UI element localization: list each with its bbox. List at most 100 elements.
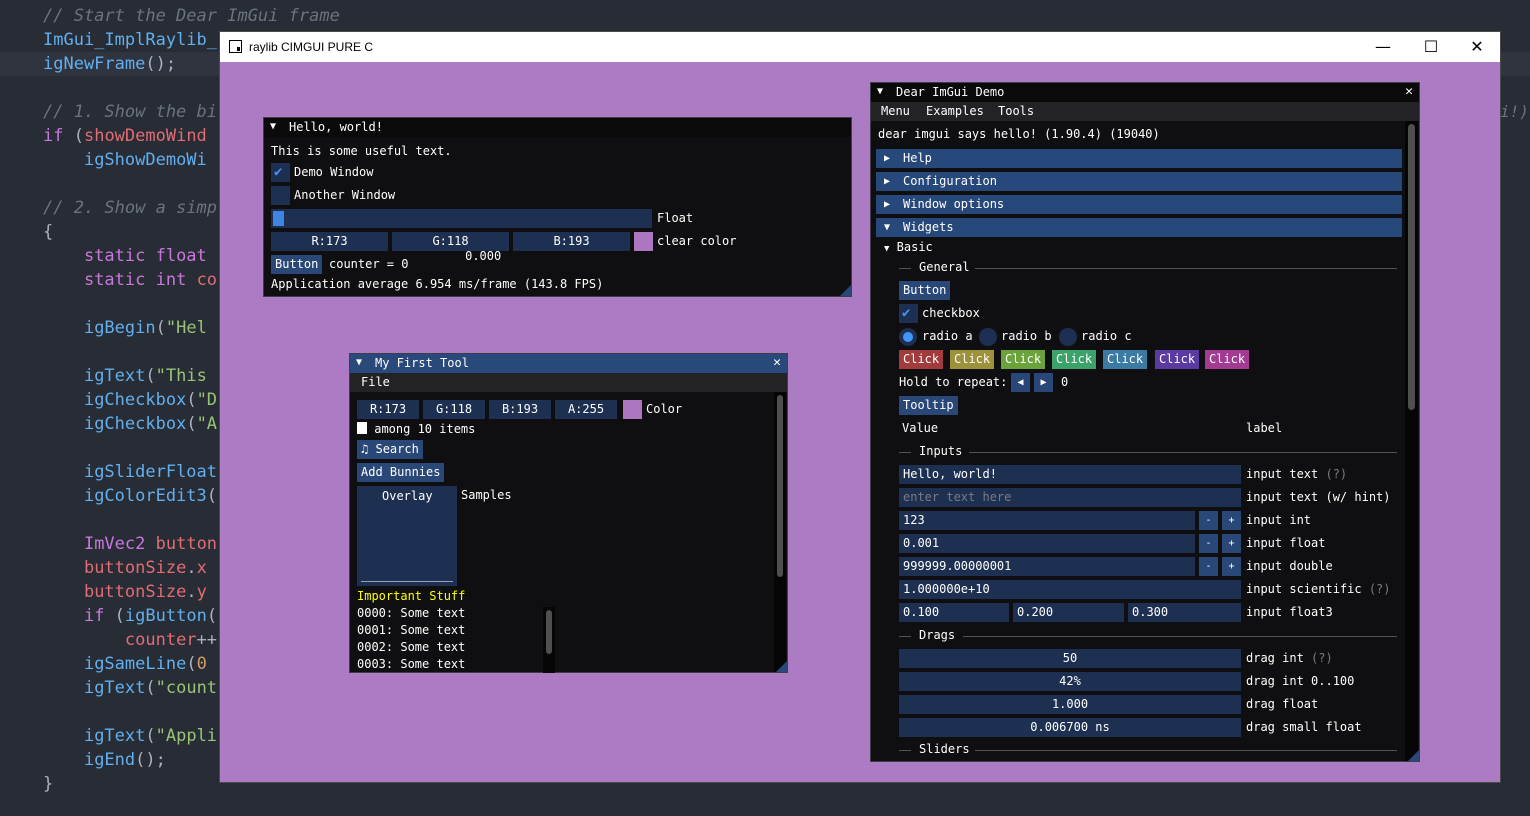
code-token: y [196, 582, 207, 602]
resize-grip[interactable] [1408, 750, 1419, 761]
float-slider[interactable]: 0.000 [271, 209, 652, 263]
demo-window-titlebar[interactable]: ▼ Dear ImGui Demo ✕ [871, 83, 1419, 102]
tool-color-swatch[interactable] [623, 400, 642, 419]
input-float-plus-button[interactable]: + [1222, 534, 1241, 553]
code-line: buttonSize.x [0, 556, 207, 580]
another-window-checkbox[interactable] [271, 186, 290, 205]
inner-scrollbar-thumb[interactable] [546, 610, 552, 654]
code-token: . [186, 582, 197, 602]
collapse-icon[interactable]: ▼ [270, 121, 276, 132]
add-bunnies-button[interactable]: Add Bunnies [357, 463, 445, 482]
input-float-minus-button[interactable]: - [1199, 534, 1218, 553]
input-scientific-field[interactable]: 1.000000e+10 [899, 580, 1241, 599]
raylib-window[interactable]: raylib CIMGUI PURE C — ☐ ✕ ▼ Hello, worl… [220, 32, 1500, 782]
overlay-listbox[interactable]: Overlay [357, 486, 457, 586]
input-float-field[interactable]: 0.001 [899, 534, 1195, 553]
drag-small-float-field[interactable]: 0.006700 ns [899, 718, 1241, 737]
click-button-5[interactable]: Click [1155, 350, 1200, 369]
tool-color-r[interactable]: R:173 [357, 400, 419, 419]
input-double-field[interactable]: 999999.00000001 [899, 557, 1195, 576]
tool-color-g[interactable]: G:118 [423, 400, 485, 419]
click-button-6[interactable]: Click [1205, 350, 1250, 369]
code-token: igButton [124, 606, 207, 626]
my-first-tool-window[interactable]: ▼ My First Tool ✕ File R:173 G:118 B:193… [349, 353, 788, 673]
input-text-hint-field[interactable]: enter text here [899, 488, 1241, 507]
code-token: static int [83, 270, 187, 290]
hello-world-window[interactable]: ▼ Hello, world! This is some useful text… [263, 117, 852, 297]
input-int-field[interactable]: 123 [899, 511, 1195, 530]
header-widgets[interactable]: ▼ Widgets [876, 218, 1402, 237]
click-button-1[interactable]: Click [950, 350, 995, 369]
demo-scrollbar[interactable] [1405, 121, 1418, 761]
clear-color-swatch[interactable] [634, 232, 653, 251]
collapse-icon[interactable]: ▼ [877, 86, 883, 97]
close-icon[interactable]: ✕ [773, 355, 781, 370]
demo-button[interactable]: Button [899, 281, 951, 300]
code-token: ( [145, 726, 156, 746]
window-titlebar[interactable]: raylib CIMGUI PURE C — ☐ ✕ [220, 32, 1500, 62]
inner-scrollbar[interactable] [543, 607, 555, 673]
menu-tools[interactable]: Tools [998, 102, 1034, 121]
input-int-minus-button[interactable]: - [1199, 511, 1218, 530]
hello-button[interactable]: Button [271, 255, 323, 274]
slider-grab[interactable] [273, 211, 284, 226]
header-window-options[interactable]: ▶ Window options [876, 195, 1402, 214]
menu-file[interactable]: File [361, 373, 390, 392]
drag-int-range-label: drag int 0..100 [1246, 674, 1355, 688]
click-button-3[interactable]: Click [1052, 350, 1097, 369]
input-scientific-label-text: input scientific [1246, 582, 1362, 596]
close-icon[interactable]: ✕ [1405, 84, 1413, 99]
header-help[interactable]: ▶ Help [876, 149, 1402, 168]
radio-a[interactable] [899, 328, 917, 346]
menu-menu[interactable]: Menu [881, 102, 910, 121]
code-token: . [186, 558, 197, 578]
drag-float-field[interactable]: 1.000 [899, 695, 1241, 714]
click-button-4[interactable]: Click [1103, 350, 1148, 369]
tool-window-titlebar[interactable]: ▼ My First Tool ✕ [350, 354, 787, 373]
basic-tree-node[interactable]: ▼ Basic [884, 238, 933, 257]
input-text-field[interactable]: Hello, world! [899, 465, 1241, 484]
color-b-field[interactable]: B:193 [513, 232, 630, 251]
drag-int-field[interactable]: 50 [899, 649, 1241, 668]
close-button[interactable]: ✕ [1454, 32, 1500, 62]
input-double-plus-button[interactable]: + [1222, 557, 1241, 576]
click-button-2[interactable]: Click [1001, 350, 1046, 369]
demo-scrollbar-thumb[interactable] [1408, 124, 1415, 410]
color-r-field[interactable]: R:173 [271, 232, 388, 251]
input-float3-x[interactable]: 0.100 [899, 603, 1009, 622]
input-int-plus-button[interactable]: + [1222, 511, 1241, 530]
drag-int-range-field[interactable]: 42% [899, 672, 1241, 691]
color-g-field[interactable]: G:118 [392, 232, 509, 251]
tooltip-button[interactable]: Tooltip [899, 396, 958, 415]
repeat-left-arrow-icon[interactable]: ◀ [1011, 373, 1030, 392]
hello-window-titlebar[interactable]: ▼ Hello, world! [264, 118, 851, 137]
tool-color-b[interactable]: B:193 [489, 400, 551, 419]
menu-examples[interactable]: Examples [926, 102, 984, 121]
drags-section: Drags [919, 628, 956, 642]
radio-c[interactable] [1059, 328, 1077, 346]
collapse-icon[interactable]: ▼ [356, 357, 362, 368]
tool-scrollbar[interactable] [774, 392, 786, 672]
header-configuration[interactable]: ▶ Configuration [876, 172, 1402, 191]
resize-grip[interactable] [840, 285, 851, 296]
input-text-label-text: input text [1246, 467, 1319, 481]
repeat-right-arrow-icon[interactable]: ▶ [1034, 373, 1053, 392]
input-float3-y[interactable]: 0.200 [1013, 603, 1124, 622]
tool-scrollbar-thumb[interactable] [777, 395, 783, 577]
resize-grip[interactable] [776, 661, 787, 672]
radio-b[interactable] [979, 328, 997, 346]
demo-window-checkbox[interactable] [271, 163, 290, 182]
search-button[interactable]: ♫ Search [357, 440, 423, 459]
help-marker[interactable]: (?) [1369, 582, 1391, 596]
minimize-button[interactable]: — [1360, 32, 1406, 62]
imgui-demo-window[interactable]: ▼ Dear ImGui Demo ✕ Menu Examples Tools … [870, 82, 1420, 762]
input-double-minus-button[interactable]: - [1199, 557, 1218, 576]
tool-color-a[interactable]: A:255 [555, 400, 617, 419]
help-marker[interactable]: (?) [1311, 651, 1333, 665]
input-float3-z[interactable]: 0.300 [1128, 603, 1241, 622]
help-marker[interactable]: (?) [1325, 467, 1347, 481]
checkbox-control[interactable] [899, 304, 918, 323]
click-button-0[interactable]: Click [899, 350, 944, 369]
maximize-button[interactable]: ☐ [1408, 32, 1454, 62]
